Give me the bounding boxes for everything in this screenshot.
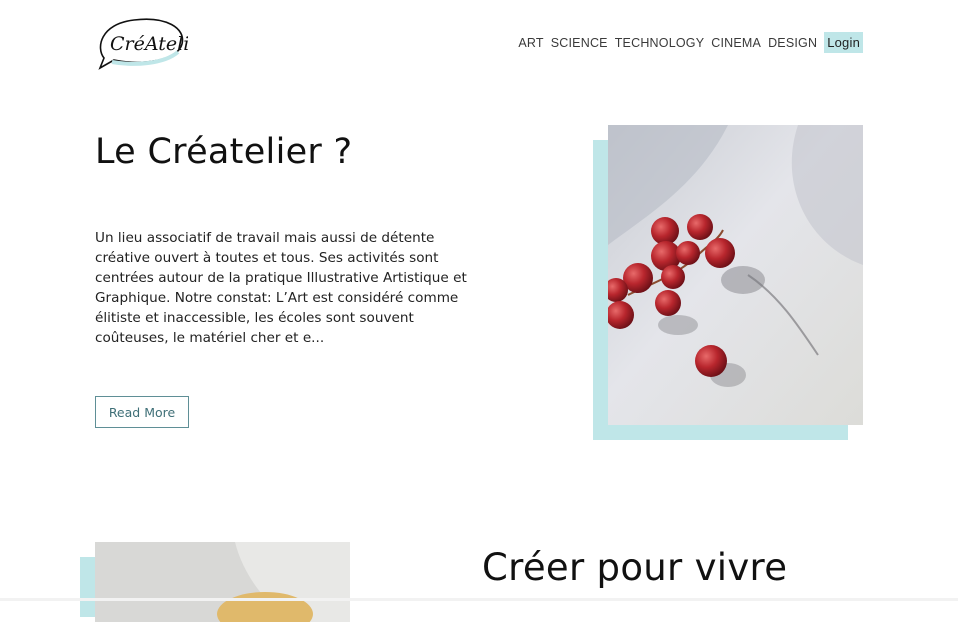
- section2-title: Créer pour vivre: [482, 546, 788, 589]
- main-nav: ART SCIENCE TECHNOLOGY CINEMA DESIGN Log…: [518, 32, 863, 53]
- section2-image: [95, 542, 350, 622]
- site-logo[interactable]: CréAtelier: [94, 14, 212, 70]
- read-more-button[interactable]: Read More: [95, 396, 189, 428]
- grapes-image: [608, 125, 863, 425]
- nav-art[interactable]: ART: [518, 36, 543, 50]
- nav-design[interactable]: DESIGN: [768, 36, 817, 50]
- nav-technology[interactable]: TECHNOLOGY: [615, 36, 705, 50]
- nav-cinema[interactable]: CINEMA: [711, 36, 761, 50]
- svg-text:CréAtelier: CréAtelier: [110, 33, 188, 55]
- logo-icon: CréAtelier: [98, 18, 212, 70]
- hero-description: Un lieu associatif de travail mais aussi…: [95, 230, 467, 346]
- hero-title: Le Créatelier ?: [95, 132, 353, 172]
- fruit-image: [95, 542, 350, 622]
- nav-science[interactable]: SCIENCE: [551, 36, 608, 50]
- hero-image: [608, 125, 863, 425]
- login-button[interactable]: Login: [824, 32, 863, 53]
- site-header: CréAtelier ART SCIENCE TECHNOLOGY CINEMA…: [0, 0, 958, 80]
